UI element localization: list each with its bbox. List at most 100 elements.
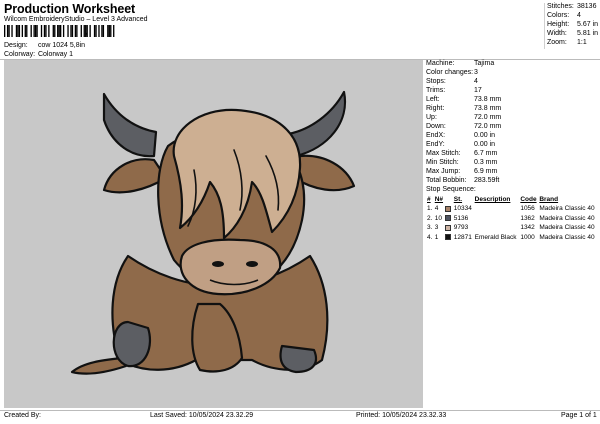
table-row: 1. 4 10334 1056 Madeira Classic 40: [427, 205, 595, 213]
barcode-bar: [11, 25, 13, 37]
design-row: Design: cow 1024 5,8in: [4, 42, 85, 49]
barcode-bar: [54, 25, 56, 37]
info-max-jump: Max Jump: 6.9 mm: [426, 168, 498, 175]
footer-divider: [0, 410, 600, 411]
colorway-value: Colorway 1: [37, 51, 73, 58]
barcode-bar: [36, 25, 38, 37]
info-left: Left: 73.8 mm: [426, 96, 502, 103]
footer-created-by: Created By:: [4, 412, 41, 419]
barcode-bar: [70, 25, 72, 37]
color-swatch: [445, 234, 452, 241]
col-index: #: [427, 196, 431, 203]
barcode-bar: [95, 25, 97, 37]
highland-cow-artwork: [70, 90, 356, 375]
left-ear: [102, 158, 168, 194]
col-needle: N#: [434, 196, 444, 203]
table-row: 3. 3 9793 1342 Madeira Classic 40: [427, 224, 595, 232]
col-code: Code: [520, 196, 537, 203]
info-stops: Stops: 4: [426, 78, 478, 85]
stop-sequence-table: # N# St. Description Code Brand 1. 4 103…: [426, 195, 598, 242]
footer-printed: Printed: 10/05/2024 23.32.33: [356, 412, 447, 419]
barcode-bar: [89, 25, 91, 37]
table-row: 4. 1 12871 Emerald Black 1000 Madeira Cl…: [427, 233, 595, 241]
col-stitches: St.: [453, 196, 463, 203]
color-swatch: [445, 224, 452, 231]
color-swatch: [445, 215, 452, 222]
barcode-bar: [4, 25, 6, 37]
barcode-bar: [76, 25, 78, 37]
barcode-bar: [45, 25, 47, 37]
right-hoof: [279, 344, 318, 374]
left-horn: [102, 92, 158, 158]
barcode-bar: [67, 25, 69, 37]
color-swatch: [445, 205, 452, 212]
page-title: Production Worksheet: [4, 2, 136, 16]
col-color: [444, 195, 452, 204]
barcode-bar: [15, 25, 18, 37]
barcode-bar: [93, 25, 96, 37]
colorway-row: Colorway: Colorway 1: [4, 51, 73, 58]
right-nostril: [246, 261, 258, 267]
barcode-bar: [113, 25, 115, 37]
info-color-changes: Color changes:3: [426, 69, 478, 76]
colorway-label: Colorway:: [4, 51, 36, 58]
barcode: [4, 25, 115, 37]
barcode-bar: [110, 25, 112, 37]
app-subtitle: Wilcom EmbroideryStudio – Level 3 Advanc…: [4, 16, 148, 23]
info-total-bobbin: Total Bobbin: 283.59ft: [426, 177, 500, 184]
stats-panel: Stitches: 38136 Colors: 4 Height: 5.67 in W…: [544, 3, 598, 49]
footer-page-count: Page 1 of 1: [561, 412, 597, 419]
barcode-bar: [18, 25, 21, 37]
design-value: cow 1024 5,8in: [37, 42, 86, 49]
left-hoof: [112, 320, 152, 368]
stat-colors: Colors: 4: [547, 12, 581, 19]
info-trims: Trims: 17: [426, 87, 482, 94]
barcode-bar: [43, 25, 46, 37]
barcode-bar: [52, 25, 54, 37]
stop-sequence-title: Stop Sequence:: [426, 186, 476, 193]
info-up: Up: 72.0 mm: [426, 114, 502, 121]
barcode-bar: [108, 25, 110, 37]
barcode-bar: [40, 25, 43, 37]
info-min-stitch: Min Stitch: 0.3 mm: [426, 159, 498, 166]
table-row: 2. 10 5136 1362 Madeira Classic 40: [427, 214, 595, 222]
barcode-bar: [57, 25, 59, 37]
info-max-stitch: Max Stitch: 6.7 mm: [426, 150, 498, 157]
barcode-bar: [34, 25, 37, 37]
barcode-bar: [24, 25, 26, 37]
stat-height: Height: 5.67 in: [547, 21, 599, 28]
barcode-bar: [30, 25, 32, 37]
stat-zoom: Zoom: 1:1: [547, 39, 587, 46]
info-endy: EndY: 0.00 in: [426, 141, 496, 148]
barcode-bar: [33, 25, 35, 37]
barcode-bar: [62, 25, 65, 37]
barcode-bar: [48, 25, 50, 37]
barcode-bar: [60, 25, 62, 37]
design-label: Design:: [4, 42, 28, 49]
barcode-suffix: ,: [85, 29, 87, 36]
barcode-bar: [74, 25, 77, 37]
info-machine: Machine: Tajima: [426, 60, 495, 67]
barcode-bar: [26, 25, 28, 37]
barcode-bar: [17, 25, 19, 37]
left-nostril: [212, 261, 224, 267]
info-down: Down: 72.0 mm: [426, 123, 502, 130]
stat-width: Width: 5.81 in: [547, 30, 599, 37]
barcode-bar: [98, 25, 100, 37]
stat-stitches: Stitches: 38136: [547, 3, 597, 10]
barcode-bar: [107, 25, 109, 37]
barcode-bar: [80, 25, 82, 37]
barcode-bar: [101, 25, 103, 37]
info-endx: EndX: 0.00 in: [426, 132, 496, 139]
col-description: Description: [474, 196, 511, 203]
col-brand: Brand: [539, 196, 559, 203]
barcode-bar: [21, 25, 24, 37]
barcode-bar: [71, 25, 74, 37]
design-preview-canvas: [4, 60, 423, 408]
barcode-bar: [58, 25, 60, 37]
tail: [70, 356, 128, 375]
barcode-bar: [102, 25, 105, 37]
info-right: Right: 73.8 mm: [426, 105, 502, 112]
barcode-bar: [8, 25, 10, 37]
footer-last-saved: Last Saved: 10/05/2024 23.32.29: [150, 412, 254, 419]
